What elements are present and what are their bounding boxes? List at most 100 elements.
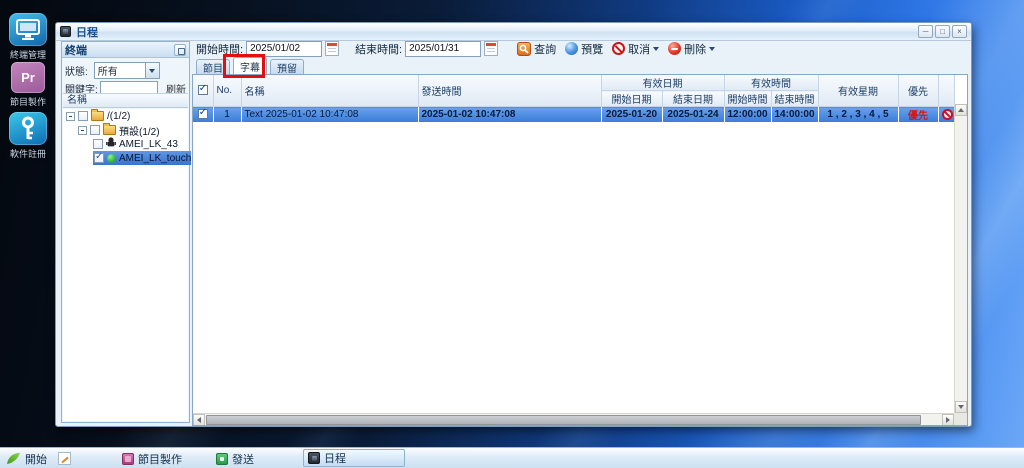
arrow-up-icon: [958, 108, 964, 112]
col-valid-date-group[interactable]: 有效日期: [601, 75, 724, 91]
tree-item-root[interactable]: /(1/2): [63, 109, 188, 123]
select-all-header[interactable]: [193, 75, 213, 107]
cell-start-time[interactable]: 12:00:00: [724, 107, 771, 123]
preview-icon: [565, 42, 578, 55]
monitor-icon: [9, 13, 47, 46]
col-name[interactable]: 名稱: [241, 75, 418, 107]
scroll-left-button[interactable]: [193, 414, 205, 426]
task-send[interactable]: 發送: [216, 448, 254, 468]
tree-name-header[interactable]: 名稱: [63, 93, 188, 108]
cancel-button[interactable]: 取消: [609, 40, 662, 57]
col-end-time[interactable]: 結束時間: [771, 91, 818, 107]
selected-tree-item[interactable]: AMEI_LK_touch: [93, 151, 191, 165]
dropdown-button[interactable]: [145, 63, 159, 78]
cancel-label: 取消: [628, 41, 650, 57]
cell-start-date[interactable]: 2025-01-20: [601, 107, 662, 123]
checkbox-checked-icon[interactable]: [198, 109, 208, 119]
chevron-down-icon: [653, 47, 659, 51]
cell-end-date[interactable]: 2025-01-24: [662, 107, 724, 123]
status-value: 所有: [98, 63, 118, 78]
task-schedule-active[interactable]: 日程: [303, 449, 405, 467]
desktop: { "sidebar": { "items": [ {"label": "終端管…: [0, 0, 1024, 468]
col-icon: [938, 75, 954, 107]
scrollbar-corner: [954, 413, 967, 425]
tree-item-amei-lk-43[interactable]: AMEI_LK_43: [63, 137, 188, 151]
scrollbar-thumb[interactable]: [206, 415, 921, 425]
col-priority[interactable]: 優先: [898, 75, 938, 107]
query-button[interactable]: 查詢: [514, 40, 559, 57]
col-send-time[interactable]: 發送時間: [418, 75, 601, 107]
preview-label: 預覽: [581, 41, 603, 57]
status-dropdown[interactable]: 所有: [94, 62, 160, 79]
schedule-window: 日程 － □ × 終端 狀態: 所有 關鍵字: 刷新 名稱: [55, 22, 972, 427]
start-button[interactable]: 開始: [6, 448, 47, 468]
tree-item-label: AMEI_LK_43: [119, 139, 178, 150]
tree-checkbox[interactable]: [90, 125, 100, 135]
cell-no[interactable]: 1: [213, 107, 241, 123]
terminal-panel-title: 終端: [65, 42, 87, 58]
tree-item-amei-lk-touch[interactable]: AMEI_LK_touch: [63, 151, 188, 165]
delete-button[interactable]: 刪除: [665, 40, 718, 57]
tree-item-default-group[interactable]: 預設(1/2): [63, 123, 188, 137]
scroll-down-button[interactable]: [955, 401, 967, 413]
horizontal-scrollbar[interactable]: [193, 413, 954, 425]
vertical-scrollbar[interactable]: [954, 104, 967, 413]
start-time-label: 開始時間:: [196, 41, 243, 57]
col-start-date[interactable]: 開始日期: [601, 91, 662, 107]
schedule-main-area: 開始時間: 2025/01/02 結束時間: 2025/01/31 查詢 預覽 …: [192, 40, 968, 427]
tree-item-label: /(1/2): [107, 111, 130, 122]
delete-label: 刪除: [684, 41, 706, 57]
maximize-button[interactable]: □: [935, 25, 950, 38]
close-button[interactable]: ×: [952, 25, 967, 38]
pr-icon-text: Pr: [21, 70, 35, 85]
minimize-button[interactable]: －: [918, 25, 933, 38]
checkbox-checked-icon[interactable]: [198, 85, 208, 95]
start-date-input[interactable]: 2025/01/02: [246, 41, 322, 57]
task-program-production[interactable]: 節目製作: [122, 448, 182, 468]
cell-week[interactable]: 1 , 2 , 3 , 4 , 5: [818, 107, 898, 123]
collapse-icon[interactable]: [78, 126, 87, 135]
pr-icon: Pr: [11, 62, 45, 93]
panel-pin-icon[interactable]: [174, 44, 186, 56]
cell-noentry[interactable]: [938, 107, 954, 123]
task-label: 日程: [324, 450, 346, 466]
arrow-left-icon: [197, 417, 201, 423]
tab-subtitle[interactable]: 字幕: [233, 57, 267, 74]
calendar-icon[interactable]: [484, 41, 498, 56]
query-toolbar: 開始時間: 2025/01/02 結束時間: 2025/01/31 查詢 預覽 …: [196, 40, 968, 57]
col-valid-time-group[interactable]: 有效時間: [724, 75, 818, 91]
taskbar: 開始 節目製作 發送 日程: [0, 447, 1024, 468]
tab-program[interactable]: 節目: [196, 59, 230, 74]
task-label: 發送: [232, 451, 254, 467]
cell-end-time[interactable]: 14:00:00: [771, 107, 818, 123]
tree-checkbox[interactable]: [93, 139, 103, 149]
scroll-right-button[interactable]: [942, 414, 954, 426]
end-date-input[interactable]: 2025/01/31: [405, 41, 481, 57]
status-label: 狀態:: [65, 63, 88, 78]
leaf-icon: [6, 452, 21, 465]
col-end-date[interactable]: 結束日期: [662, 91, 724, 107]
cell-checkbox[interactable]: [193, 107, 213, 123]
col-start-time[interactable]: 開始時間: [724, 91, 771, 107]
cell-name[interactable]: Text 2025-01-02 10:47:08: [241, 107, 418, 123]
preview-button[interactable]: 預覽: [562, 40, 606, 57]
col-week[interactable]: 有效星期: [818, 75, 898, 107]
calendar-icon[interactable]: [325, 41, 339, 56]
shortcut-label: 軟件註冊: [0, 147, 56, 160]
cell-send-time[interactable]: 2025-01-02 10:47:08: [418, 107, 601, 123]
schedule-icon: [308, 452, 320, 464]
tree-checkbox[interactable]: [78, 111, 88, 121]
table-row[interactable]: 1 Text 2025-01-02 10:47:08 2025-01-02 10…: [193, 107, 954, 123]
shortcut-terminal-management[interactable]: 終端管理: [0, 13, 56, 61]
scroll-up-button[interactable]: [955, 104, 967, 116]
col-no[interactable]: No.: [213, 75, 241, 107]
cell-priority[interactable]: 優先: [898, 107, 938, 123]
no-entry-icon: [942, 109, 953, 120]
tab-reserved[interactable]: 預留: [270, 59, 304, 74]
window-titlebar[interactable]: 日程 － □ ×: [56, 23, 971, 41]
collapse-icon[interactable]: [66, 112, 75, 121]
shortcut-program-production[interactable]: Pr 節目製作: [0, 62, 56, 108]
tree-checkbox[interactable]: [94, 153, 104, 163]
edit-icon[interactable]: [58, 452, 71, 465]
shortcut-software-registration[interactable]: 軟件註冊: [0, 112, 56, 160]
